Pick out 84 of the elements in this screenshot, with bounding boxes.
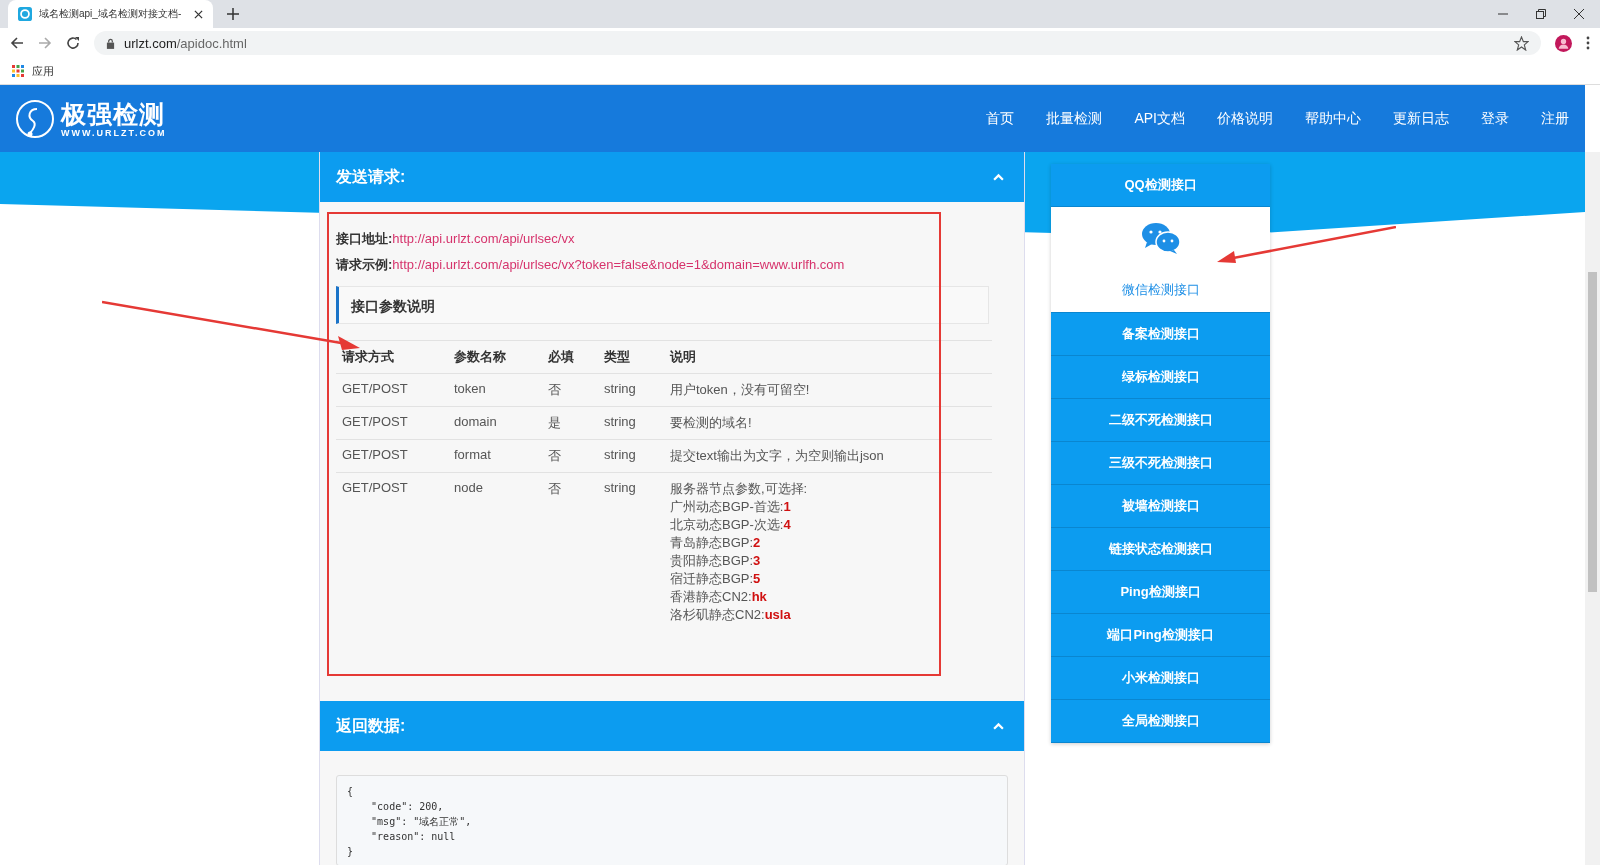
column-header: 参数名称 bbox=[448, 340, 542, 374]
back-icon[interactable] bbox=[10, 36, 24, 50]
close-icon[interactable] bbox=[194, 9, 203, 19]
new-tab-icon[interactable] bbox=[227, 8, 239, 20]
description-line: 提交text输出为文字，为空则输出json bbox=[670, 447, 885, 465]
field-label: 接口地址: bbox=[336, 231, 393, 246]
lock-icon bbox=[106, 37, 115, 49]
address-field[interactable]: urlzt.com/apidoc.html bbox=[94, 31, 1541, 55]
sidebar-item[interactable]: 三级不死检测接口 bbox=[1051, 442, 1270, 485]
panel-title: 返回数据: bbox=[336, 715, 406, 736]
sidebar-item[interactable]: 全局检测接口 bbox=[1051, 700, 1270, 743]
table-cell: 否 bbox=[542, 373, 598, 407]
table-cell: node bbox=[448, 472, 542, 631]
table-cell: 否 bbox=[542, 439, 598, 473]
table-cell: GET/POST bbox=[336, 373, 448, 407]
sidebar-item[interactable]: 被墙检测接口 bbox=[1051, 485, 1270, 528]
description-line: 青岛静态BGP:2 bbox=[670, 534, 762, 552]
url-text: urlzt.com/apidoc.html bbox=[124, 35, 247, 51]
table-cell: GET/POST bbox=[336, 472, 448, 631]
tab-title: 域名检测api_域名检测对接文档- bbox=[39, 7, 183, 21]
nav-link[interactable]: 更新日志 bbox=[1377, 109, 1465, 128]
nav-link[interactable]: 注册 bbox=[1525, 109, 1585, 128]
description-line: 贵阳静态BGP:3 bbox=[670, 552, 762, 570]
close-icon[interactable] bbox=[1574, 9, 1584, 19]
logo-icon bbox=[15, 98, 55, 139]
sidebar-item[interactable]: 备案检测接口 bbox=[1051, 313, 1270, 356]
section-heading: 接口参数说明 bbox=[336, 286, 989, 324]
sidebar-item[interactable]: 链接状态检测接口 bbox=[1051, 528, 1270, 571]
nav-link[interactable]: 帮助中心 bbox=[1289, 109, 1377, 128]
table-cell: string bbox=[598, 373, 664, 407]
api-link[interactable]: http://api.urlzt.com/api/urlsec/vx?token=false&node=1&domain=www.urlfh.com bbox=[392, 257, 845, 272]
nav-link[interactable]: API文档 bbox=[1118, 109, 1201, 128]
table-cell: string bbox=[598, 472, 664, 631]
bookmark-link[interactable]: 应用 bbox=[12, 63, 54, 79]
restore-icon[interactable] bbox=[1536, 9, 1546, 19]
reload-icon[interactable] bbox=[66, 36, 80, 50]
star-icon[interactable] bbox=[1514, 35, 1529, 51]
field-label: 请求示例: bbox=[336, 257, 393, 272]
table-cell: GET/POST bbox=[336, 406, 448, 440]
avatar-icon[interactable] bbox=[1555, 34, 1572, 52]
table-cell: string bbox=[598, 406, 664, 440]
nav-link[interactable]: 价格说明 bbox=[1201, 109, 1289, 128]
panel-header[interactable]: 返回数据: bbox=[320, 701, 1024, 751]
description-line: 广州动态BGP-首选:1 bbox=[670, 498, 792, 516]
sidebar-item[interactable]: 小米检测接口 bbox=[1051, 657, 1270, 700]
description-line: 洛杉矶静态CN2:usla bbox=[670, 606, 792, 624]
nav-link[interactable]: 登录 bbox=[1465, 109, 1525, 128]
collapse-caret-icon[interactable] bbox=[993, 173, 1004, 181]
description-line: 用户token，没有可留空! bbox=[670, 381, 811, 399]
sidebar-item[interactable]: 二级不死检测接口 bbox=[1051, 399, 1270, 442]
menu-icon[interactable] bbox=[1586, 36, 1590, 50]
sidebar-item[interactable]: 端口Ping检测接口 bbox=[1051, 614, 1270, 657]
description-line: 北京动态BGP-次选:4 bbox=[670, 516, 792, 534]
code-block: { "code": 200, "msg": "域名正常", "reason": null } bbox=[336, 775, 1008, 865]
site-favicon-icon bbox=[18, 7, 32, 21]
table-cell: format bbox=[448, 439, 542, 473]
description-line: 服务器节点参数,可选择: bbox=[670, 480, 809, 498]
logo-title: 极强检测 bbox=[61, 99, 166, 128]
chat-bubbles-icon bbox=[1140, 221, 1181, 255]
nav-link[interactable]: 批量检测 bbox=[1030, 109, 1119, 128]
api-link[interactable]: http://api.urlzt.com/api/urlsec/vx bbox=[392, 231, 575, 246]
logo-subtitle: WWW.URLZT.COM bbox=[61, 127, 167, 138]
sidebar-item[interactable]: 绿标检测接口 bbox=[1051, 356, 1270, 399]
browser-tab[interactable]: 域名检测api_域名检测对接文档- bbox=[8, 0, 213, 28]
column-header: 说明 bbox=[664, 340, 992, 374]
table-cell: token bbox=[448, 373, 542, 407]
panel-header[interactable]: 发送请求: bbox=[320, 152, 1024, 202]
sidebar-item[interactable]: Ping检测接口 bbox=[1051, 571, 1270, 614]
description-line: 宿迁静态BGP:5 bbox=[670, 570, 762, 588]
panel-title: 发送请求: bbox=[336, 166, 406, 187]
table-cell: domain bbox=[448, 406, 542, 440]
sidebar-item[interactable]: 微信检测接口 bbox=[1051, 207, 1270, 313]
table-cell: string bbox=[598, 439, 664, 473]
apps-grid-icon bbox=[12, 65, 24, 77]
nav-link[interactable]: 首页 bbox=[970, 109, 1031, 128]
column-header: 必填 bbox=[542, 340, 598, 374]
description-line: 要检测的域名! bbox=[670, 414, 753, 432]
column-header: 类型 bbox=[598, 340, 664, 374]
table-cell: 否 bbox=[542, 472, 598, 631]
table-cell: 是 bbox=[542, 406, 598, 440]
description-line: 香港静态CN2:hk bbox=[670, 588, 768, 606]
scrollbar[interactable] bbox=[1585, 152, 1600, 865]
collapse-caret-icon[interactable] bbox=[993, 722, 1004, 730]
table-cell: GET/POST bbox=[336, 439, 448, 473]
